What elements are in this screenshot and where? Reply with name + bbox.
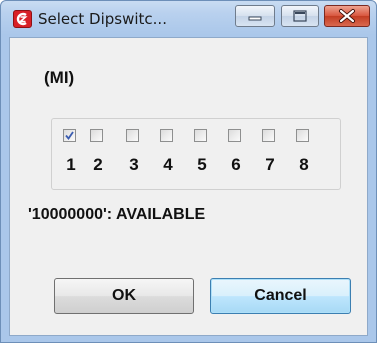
maximize-icon (293, 10, 307, 22)
dipswitch-number: 1 (66, 155, 76, 174)
maximize-button[interactable] (281, 5, 319, 27)
checkbox-8[interactable] (296, 129, 309, 142)
dipswitch-number: 6 (231, 155, 241, 174)
close-button[interactable] (324, 5, 370, 27)
checkbox-6[interactable] (228, 129, 241, 142)
dipswitch-number: 7 (265, 155, 275, 174)
dipswitch-number: 8 (299, 155, 309, 174)
dipswitch-number: 5 (197, 155, 207, 174)
mode-label: (MI) (44, 68, 75, 87)
window-title: Select Dipswitc... (38, 10, 167, 28)
minimize-icon (248, 16, 262, 21)
checkbox-4[interactable] (160, 129, 173, 142)
ok-button[interactable]: OK (54, 278, 194, 314)
checkbox-3[interactable] (126, 129, 139, 142)
dipswitch-group: 1 2 3 4 5 6 7 8 (51, 118, 341, 190)
title-bar[interactable]: Select Dipswitc... (1, 1, 376, 37)
dipswitch-number: 2 (93, 155, 103, 174)
checkbox-5[interactable] (194, 129, 207, 142)
dipswitch-number: 3 (129, 155, 139, 174)
close-icon (339, 9, 355, 23)
checkbox-1[interactable] (63, 129, 76, 142)
cz-logo-icon (13, 10, 32, 28)
checkbox-2[interactable] (90, 129, 103, 142)
checkmark-icon (65, 131, 74, 140)
checkbox-7[interactable] (262, 129, 275, 142)
availability-status: '10000000': AVAILABLE (28, 206, 206, 223)
dialog-window: Select Dipswitc... (MI) 1 2 3 4 5 6 7 8 … (0, 0, 377, 343)
dipswitch-number: 4 (163, 155, 173, 174)
dialog-client-area: (MI) 1 2 3 4 5 6 7 8 '10000000': AVAILAB… (9, 37, 368, 336)
minimize-button[interactable] (235, 5, 275, 27)
cancel-button[interactable]: Cancel (210, 278, 351, 314)
